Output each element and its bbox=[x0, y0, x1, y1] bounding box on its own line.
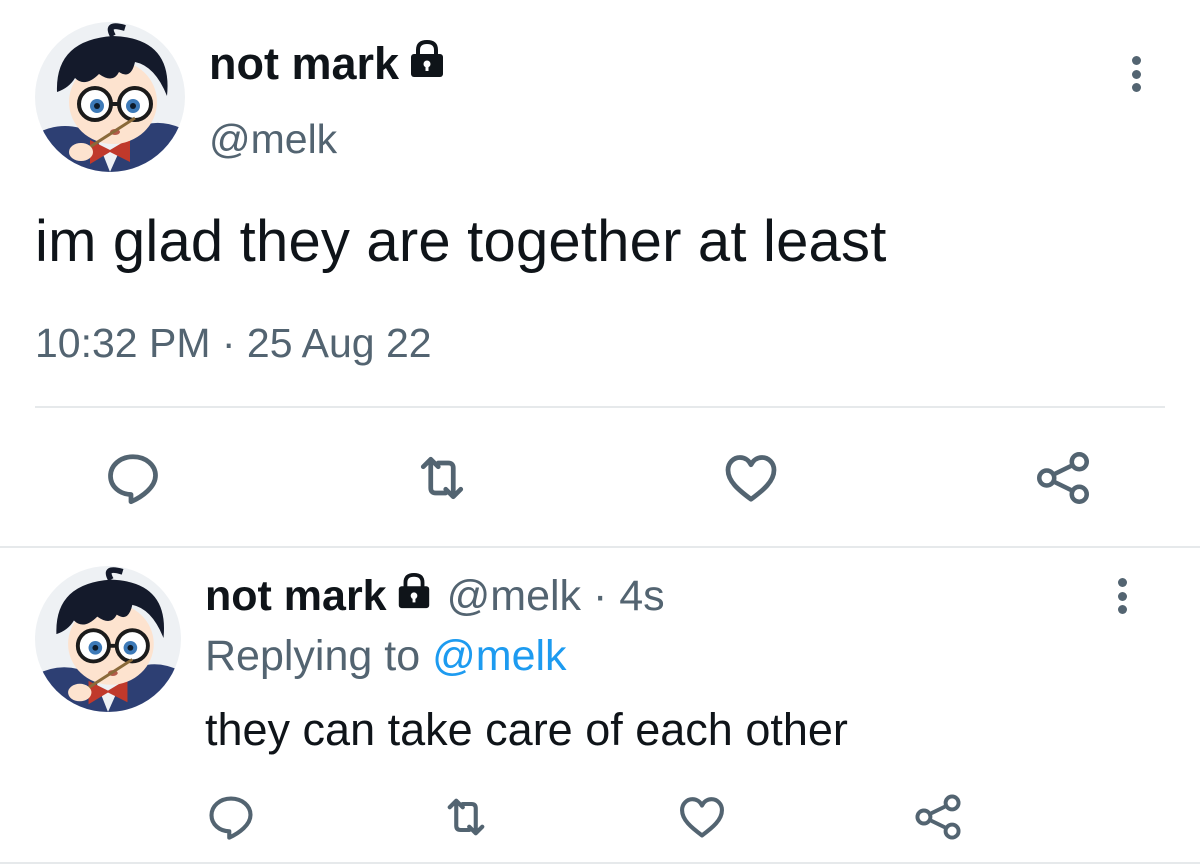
replying-prefix: Replying to bbox=[205, 632, 421, 680]
share-icon[interactable] bbox=[1033, 448, 1093, 508]
reply-icon[interactable] bbox=[103, 448, 163, 508]
mention-link[interactable]: @melk bbox=[432, 632, 566, 680]
reply-text: they can take care of each other bbox=[205, 704, 848, 755]
display-name-text[interactable]: not mark bbox=[205, 572, 387, 621]
retweet-icon[interactable] bbox=[412, 448, 472, 508]
like-icon[interactable] bbox=[676, 791, 728, 843]
lock-icon bbox=[407, 38, 447, 90]
reply-icon[interactable] bbox=[205, 791, 257, 843]
retweet-icon[interactable] bbox=[440, 791, 492, 843]
display-name-text[interactable]: not mark bbox=[209, 38, 399, 90]
user-handle[interactable]: @melk bbox=[209, 116, 337, 163]
reply-header: not mark @melk · 4s bbox=[205, 572, 665, 621]
divider bbox=[0, 862, 1200, 864]
share-icon[interactable] bbox=[912, 791, 964, 843]
replying-to: Replying to @melk bbox=[205, 632, 567, 681]
more-vertical-icon[interactable] bbox=[1126, 56, 1146, 92]
divider bbox=[0, 546, 1200, 548]
display-name[interactable]: not mark bbox=[209, 38, 447, 90]
tweet-timestamp[interactable]: 10:32 PM · 25 Aug 22 bbox=[35, 320, 432, 367]
tweet-text: im glad they are together at least bbox=[35, 209, 887, 274]
anime-character-avatar[interactable] bbox=[35, 566, 181, 712]
divider bbox=[35, 406, 1165, 408]
anime-character-avatar[interactable] bbox=[35, 22, 185, 172]
handle-and-time[interactable]: @melk · 4s bbox=[447, 572, 665, 621]
like-icon[interactable] bbox=[721, 448, 781, 508]
more-vertical-icon[interactable] bbox=[1112, 578, 1132, 614]
lock-icon bbox=[395, 572, 433, 621]
